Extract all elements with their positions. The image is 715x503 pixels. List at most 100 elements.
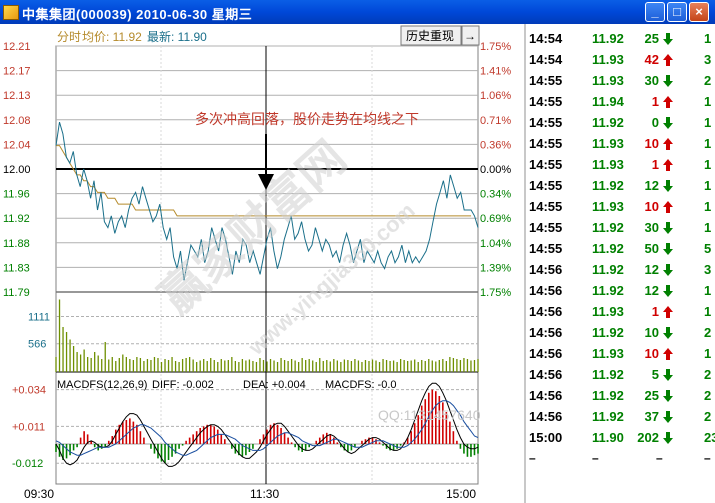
tick-price: 11.94 [592,94,624,109]
tick-row[interactable]: 14:56 11.92 5 2 [526,364,715,385]
tick-extra: 1 [704,178,712,193]
tick-extra: 23 [704,430,715,445]
tick-extra: 1 [704,283,712,298]
tick-row[interactable]: 14:55 11.92 12 1 [526,175,715,196]
tick-price: 11.93 [592,304,624,319]
tick-time: 14:54 [529,52,563,67]
tick-extra: 1 [704,157,712,172]
arrow-down-icon [663,75,673,87]
tick-time: 14:55 [529,178,563,193]
close-button[interactable]: × [689,2,709,22]
tick-volume: 10 [644,325,659,340]
arrow-up-icon [663,306,673,318]
tick-price: 11.92 [592,409,624,424]
price-tick-label: 12.08 [3,115,31,127]
minimize-button[interactable]: _ [645,2,665,22]
percent-tick-label: 1.06% [480,90,511,102]
tick-row[interactable]: 15:00 11.90 202 23 [526,427,715,448]
tick-volume: 30 [644,73,659,88]
tick-row-empty: – – – – [526,448,715,469]
tick-row[interactable]: 14:55 11.94 1 1 [526,91,715,112]
price-tick-label: 12.00 [3,164,31,176]
tick-row[interactable]: 14:56 11.92 25 2 [526,385,715,406]
arrow-up-icon [663,159,673,171]
macd-tick-label: +0.034 [12,385,46,397]
tick-row[interactable]: 14:56 11.92 10 2 [526,322,715,343]
tick-extra: 1 [704,346,712,361]
tick-volume: 1 [651,304,659,319]
tick-time: 14:56 [529,325,563,340]
tick-row[interactable]: 14:54 11.92 25 1 [526,28,715,49]
tick-extra: 2 [704,388,712,403]
tick-row[interactable]: 14:55 11.93 30 2 [526,70,715,91]
tick-row[interactable]: 14:55 11.92 30 1 [526,217,715,238]
tick-row[interactable]: 14:55 11.93 1 1 [526,154,715,175]
arrow-down-icon [663,117,673,129]
tick-time: 14:56 [529,388,563,403]
tick-volume: 37 [644,409,659,424]
price-tick-label: 12.17 [3,66,31,78]
tick-placeholder: – [529,451,536,465]
macd-legend-name: MACDFS(12,26,9) [57,379,147,391]
tick-price: 11.92 [592,325,624,340]
tick-time: 14:55 [529,199,563,214]
arrow-up-icon [663,138,673,150]
tick-time: 14:55 [529,136,563,151]
tick-placeholder: – [704,451,711,465]
tick-row[interactable]: 14:55 11.92 0 1 [526,112,715,133]
tick-price: 11.92 [592,283,624,298]
macd-legend-macdfs: MACDFS: -0.0 [325,379,397,391]
price-tick-label: 11.88 [3,238,30,250]
app-icon [3,5,19,20]
arrow-up-icon [663,201,673,213]
tick-time: 14:55 [529,241,563,256]
tick-price: 11.93 [592,157,624,172]
tick-extra: 2 [704,367,712,382]
tick-extra: 1 [704,199,712,214]
stock-window: 中集集团(000039) 2010-06-30 星期三 _ □ × 分时 均价:… [0,0,715,503]
tick-volume: 10 [644,136,659,151]
tick-volume: 50 [644,241,659,256]
tick-extra: 3 [704,52,712,67]
tick-row[interactable]: 14:56 11.92 37 2 [526,406,715,427]
tick-row[interactable]: 14:54 11.93 42 3 [526,49,715,70]
watermark-qq: QQ:1131457640 [378,407,481,423]
tick-list-panel[interactable]: 14:54 11.92 25 1 14:54 11.93 42 3 14:55 11.93 30 2 1… [524,24,715,503]
tick-time: 14:55 [529,157,563,172]
chart-background [0,24,522,503]
price-tick-label: 12.13 [3,90,31,102]
minimize-icon: _ [651,4,659,19]
next-arrow-button[interactable]: → [461,25,480,46]
tick-price: 11.93 [592,52,624,67]
tick-row[interactable]: 14:55 11.93 10 1 [526,196,715,217]
tick-volume: 12 [644,262,659,277]
tick-volume: 1 [651,157,659,172]
tick-row[interactable]: 14:56 11.92 12 1 [526,280,715,301]
tick-extra: 1 [704,31,712,46]
macd-legend-dea: DEA: +0.004 [243,379,306,391]
tick-time: 14:56 [529,304,563,319]
volume-tick-label: 1111 [28,311,50,323]
macd-legend-diff: DIFF: -0.002 [152,379,214,391]
tick-row[interactable]: 14:56 11.93 10 1 [526,343,715,364]
tick-row[interactable]: 14:56 11.92 12 3 [526,259,715,280]
tick-row[interactable]: 14:55 11.93 10 1 [526,133,715,154]
tick-volume: 25 [644,31,659,46]
maximize-button[interactable]: □ [667,2,687,22]
tick-volume: 5 [651,367,659,382]
header-fenshi-label: 分时 [57,30,81,44]
tick-price: 11.92 [592,31,624,46]
tick-row[interactable]: 14:56 11.93 1 1 [526,301,715,322]
price-tick-label: 11.83 [3,262,30,274]
tick-volume: 10 [644,199,659,214]
tick-extra: 1 [704,136,712,151]
tick-row[interactable]: 14:55 11.92 50 5 [526,238,715,259]
tick-price: 11.93 [592,199,624,214]
header-avg-price: 均价: 11.92 [82,30,142,44]
arrow-down-icon [663,222,673,234]
arrow-down-icon [663,432,673,444]
tick-price: 11.92 [592,262,624,277]
title-bar[interactable]: 中集集团(000039) 2010-06-30 星期三 _ □ × [0,0,715,24]
tick-time: 14:55 [529,115,563,130]
history-replay-button[interactable]: 历史重现 [400,25,462,46]
